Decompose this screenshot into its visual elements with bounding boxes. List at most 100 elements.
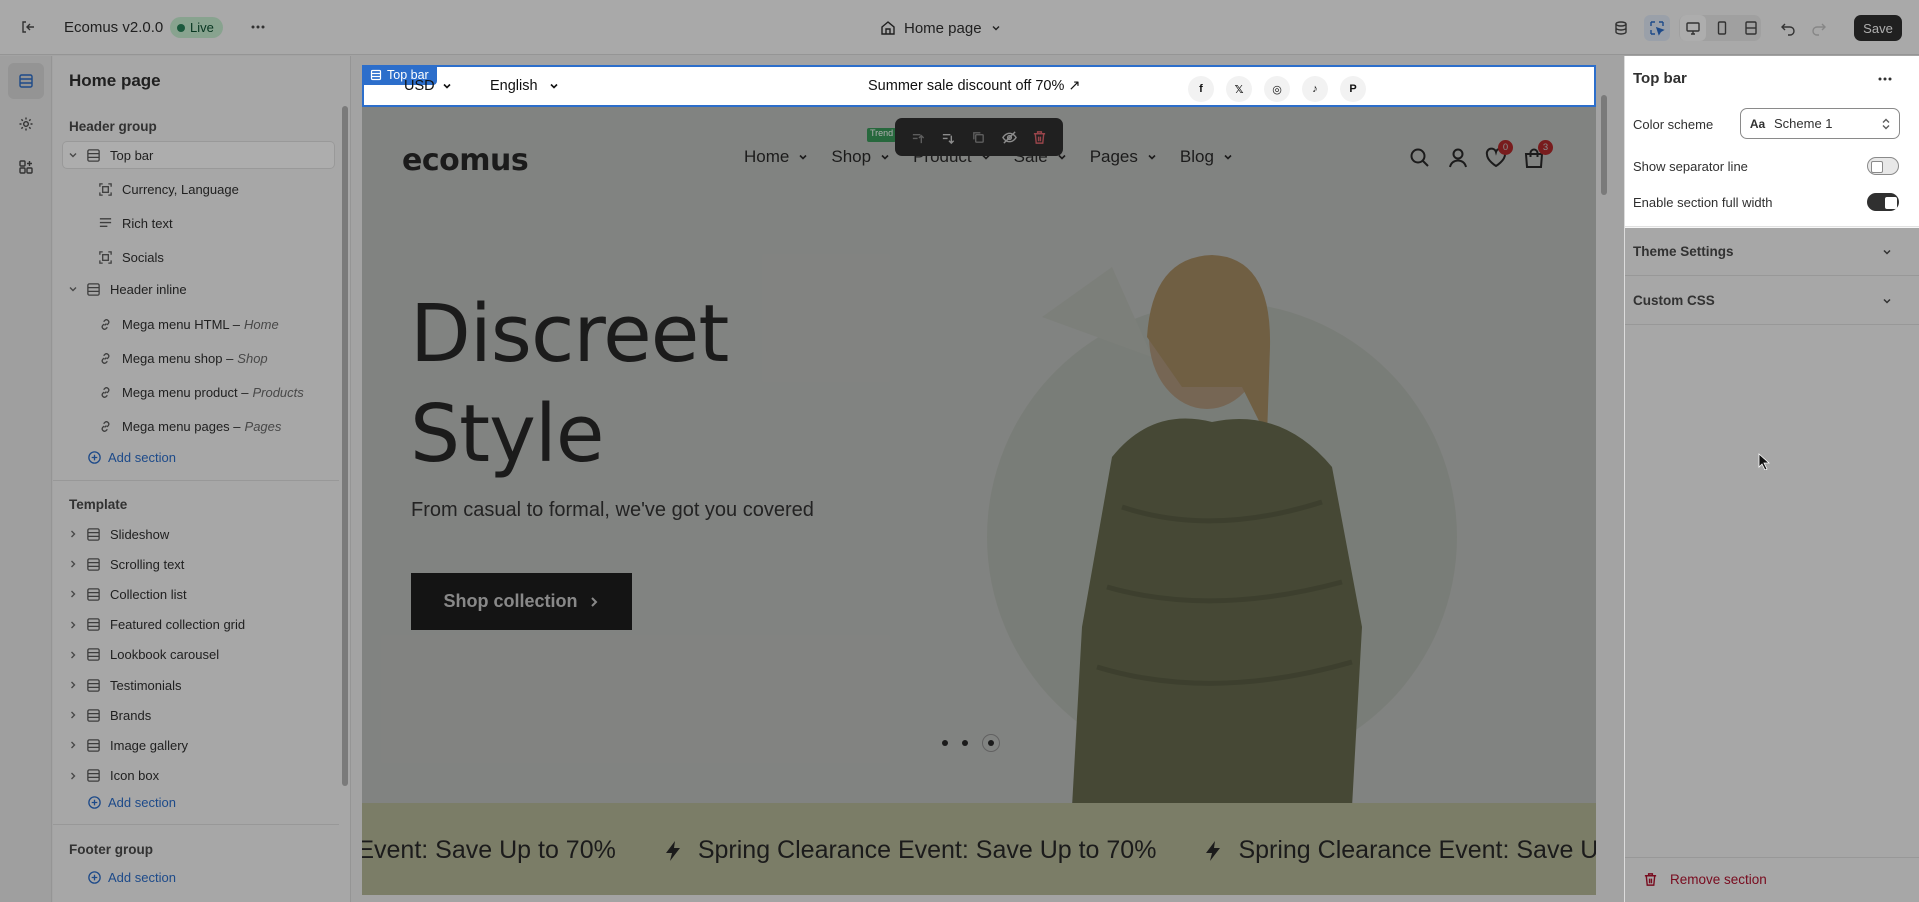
exit-icon[interactable] (15, 14, 41, 40)
sections-icon[interactable] (8, 63, 44, 99)
tree-item-template-section[interactable]: Testimonials (63, 672, 334, 698)
inspector-icon[interactable] (1644, 15, 1670, 41)
tree-item-template-section[interactable]: Slideshow (63, 521, 334, 547)
theme-settings-accordion[interactable]: Theme Settings (1625, 228, 1919, 276)
custom-css-accordion[interactable]: Custom CSS (1625, 277, 1919, 325)
tree-item-template-section[interactable]: Collection list (63, 581, 334, 607)
tree-item-template-section[interactable]: Scrolling text (63, 551, 334, 577)
chevron-down-icon (1883, 249, 1891, 255)
tree-item-currency-language[interactable]: Currency, Language (63, 176, 334, 202)
slide-dot-active[interactable] (982, 734, 1000, 752)
panel-scrollbar[interactable] (342, 106, 348, 786)
tree-item-mega-menu-shop[interactable]: Mega menu shop – Shop (63, 345, 334, 371)
remove-section-button[interactable]: Remove section (1643, 872, 1767, 887)
move-up-icon[interactable] (911, 130, 926, 145)
promo-text[interactable]: Summer sale discount off 70% ↗ (868, 78, 1081, 94)
block-icon (98, 249, 114, 265)
fullscreen-icon[interactable] (1738, 15, 1764, 41)
tree-item-mega-menu-html[interactable]: Mega menu HTML – Home (63, 311, 334, 337)
more-icon[interactable] (1872, 68, 1898, 90)
instagram-icon[interactable]: ◎ (1264, 76, 1290, 102)
save-button[interactable]: Save (1854, 15, 1902, 41)
tree-item-mega-menu-product[interactable]: Mega menu product – Products (63, 379, 334, 405)
more-icon[interactable] (245, 14, 271, 40)
tiktok-icon[interactable]: ♪ (1302, 76, 1328, 102)
tree-item-socials[interactable]: Socials (63, 244, 334, 270)
add-section-button[interactable]: Add section (87, 792, 176, 812)
hero-model-image (987, 255, 1457, 803)
chevron-right-icon[interactable] (66, 769, 80, 783)
color-scheme-value: Scheme 1 (1774, 116, 1833, 131)
pinterest-icon[interactable]: P (1340, 76, 1366, 102)
account-icon[interactable] (1447, 147, 1469, 169)
shop-collection-button[interactable]: Shop collection (411, 573, 632, 630)
preview-scrollbar[interactable] (1601, 95, 1607, 195)
nav-item[interactable]: Pages (1090, 147, 1158, 167)
chevron-right-icon[interactable] (66, 648, 80, 662)
slide-pagination (942, 734, 1000, 752)
tree-item-template-section[interactable]: Lookbook carousel (63, 642, 334, 668)
nav-item[interactable]: Home (744, 147, 809, 167)
chevron-down-icon[interactable] (66, 148, 80, 162)
slide-dot[interactable] (942, 740, 948, 746)
tree-item-label: Lookbook carousel (110, 647, 220, 663)
tree-item-template-section[interactable]: Brands (63, 702, 334, 728)
nav-item[interactable]: Blog (1180, 147, 1234, 167)
settings-title: Top bar (1633, 70, 1687, 87)
tree-item-header-inline[interactable]: Header inline (63, 276, 334, 302)
settings-gear-icon[interactable] (8, 106, 44, 142)
undo-icon[interactable] (1775, 15, 1801, 41)
chevron-right-icon[interactable] (66, 587, 80, 601)
x-twitter-icon[interactable]: 𝕏 (1226, 76, 1252, 102)
full-width-toggle[interactable] (1867, 193, 1899, 211)
chevron-down-icon[interactable] (66, 282, 80, 296)
preview-top-bar-selected[interactable]: Top bar USD English Summer sale discount… (362, 65, 1596, 107)
color-scheme-select[interactable]: Aa Scheme 1 (1740, 108, 1900, 139)
tree-item-rich-text[interactable]: Rich text (63, 210, 334, 236)
redo-icon[interactable] (1806, 15, 1832, 41)
tree-item-mega-menu-pages[interactable]: Mega menu pages – Pages (63, 413, 334, 439)
tree-item-template-section[interactable]: Icon box (63, 763, 334, 789)
add-section-button[interactable]: Add section (87, 447, 176, 467)
panel-title: Home page (69, 71, 161, 90)
chevron-right-icon[interactable] (66, 708, 80, 722)
tree-item-template-section[interactable]: Image gallery (63, 732, 334, 758)
text-icon (98, 215, 114, 231)
chevron-right-icon[interactable] (66, 527, 80, 541)
mouse-cursor-icon (1758, 453, 1770, 470)
nav-item[interactable]: Shop (831, 147, 891, 167)
facebook-icon[interactable]: f (1188, 76, 1214, 102)
link-icon (98, 316, 114, 332)
store-logo[interactable]: ecomus (402, 143, 529, 178)
shop-collection-label: Shop collection (443, 591, 578, 611)
text-icon (86, 556, 102, 572)
chevron-right-icon[interactable] (66, 557, 80, 571)
editor-toolbar: Ecomus v2.0.0 Live Home page Save (0, 0, 1919, 55)
chevron-right-icon[interactable] (66, 738, 80, 752)
tree-item-template-section[interactable]: Featured collection grid (63, 612, 334, 638)
mobile-icon[interactable] (1709, 15, 1735, 41)
apps-icon[interactable] (8, 149, 44, 185)
database-icon[interactable] (1608, 15, 1634, 41)
tree-item-label: Icon box (110, 768, 160, 784)
tree-item-label: Mega menu HTML – (122, 316, 241, 332)
search-icon[interactable] (1409, 147, 1431, 169)
move-down-icon[interactable] (941, 130, 956, 145)
delete-icon[interactable] (1032, 130, 1047, 145)
add-section-button[interactable]: Add section (87, 867, 176, 887)
separator-toggle[interactable] (1867, 157, 1899, 175)
slide-dot[interactable] (962, 740, 968, 746)
duplicate-icon[interactable] (971, 130, 986, 145)
hide-eye-icon[interactable] (1001, 130, 1017, 145)
chevron-right-icon[interactable] (66, 678, 80, 692)
language-selector[interactable]: English (490, 78, 560, 94)
tree-item-label: Rich text (122, 215, 173, 231)
chevron-right-icon[interactable] (66, 618, 80, 632)
tree-item-top-bar[interactable]: Top bar (63, 142, 334, 168)
page-selector[interactable]: Home page (880, 17, 1002, 39)
currency-selector[interactable]: USD (404, 78, 453, 94)
desktop-icon[interactable] (1680, 15, 1706, 41)
page-selector-label: Home page (904, 19, 982, 37)
tree-item-label: Mega menu shop – (122, 350, 234, 366)
layout-icon (86, 647, 102, 663)
